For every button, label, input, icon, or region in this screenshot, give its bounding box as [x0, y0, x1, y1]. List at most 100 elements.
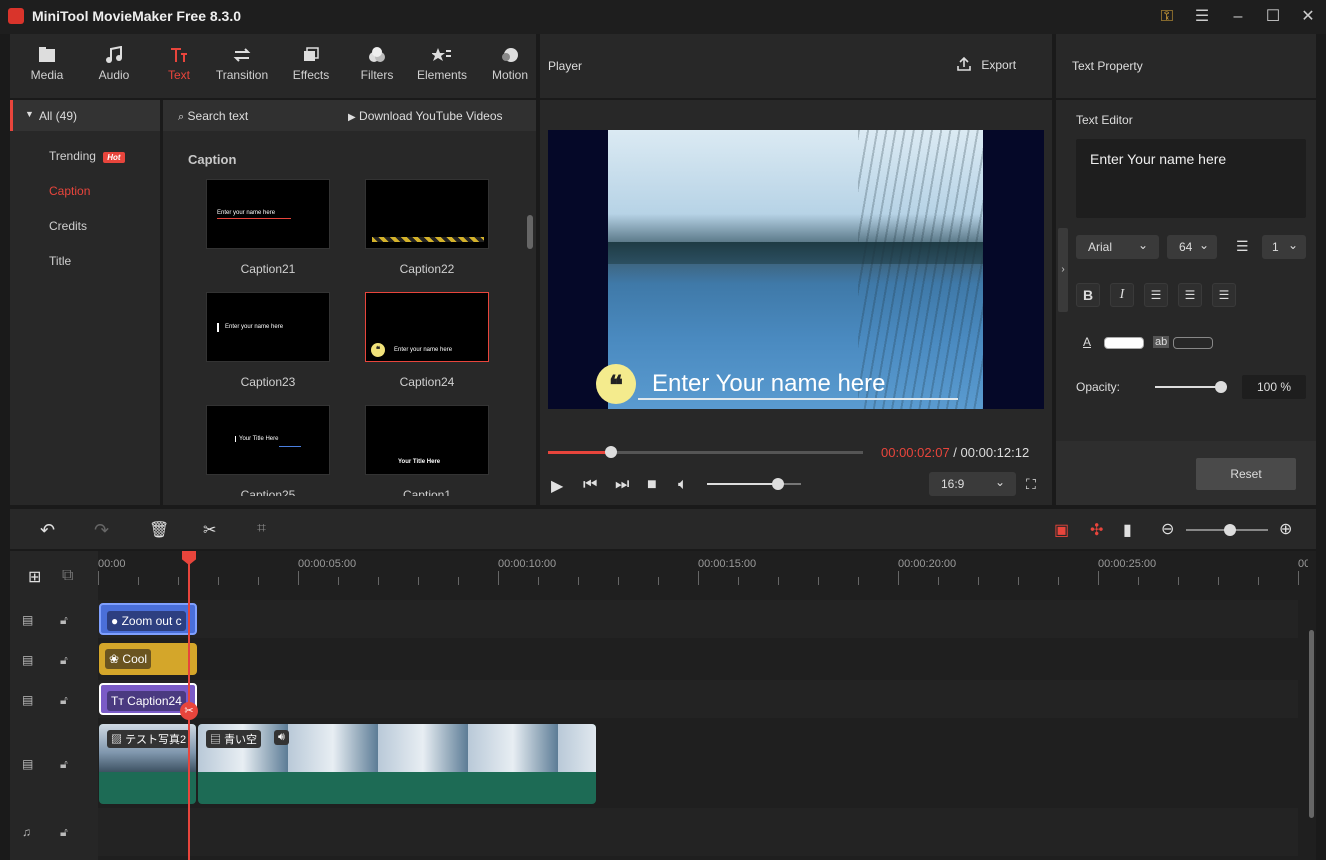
playback-progress[interactable]: [548, 446, 863, 458]
volume-slider[interactable]: [707, 478, 801, 490]
align-center-icon[interactable]: ☰: [1178, 283, 1202, 307]
minimize-icon[interactable]: –: [1228, 7, 1248, 27]
split-marker-icon[interactable]: ✣: [1090, 520, 1103, 540]
align-right-icon[interactable]: ☰: [1212, 283, 1236, 307]
video-preview: ❝ Enter Your name here: [548, 130, 1044, 409]
lock-icon[interactable]: 🔓︎: [60, 693, 76, 707]
stop-icon[interactable]: ■: [647, 476, 657, 494]
download-youtube-button[interactable]: ▶ Download YouTube Videos: [348, 109, 503, 123]
font-size-select[interactable]: 64 ⌄: [1167, 235, 1217, 259]
tab-audio[interactable]: Audio: [82, 38, 146, 96]
category-credits[interactable]: Credits: [49, 219, 87, 233]
caption22-thumbnail[interactable]: [365, 179, 489, 249]
undo-icon[interactable]: ↶: [40, 520, 55, 541]
category-all[interactable]: ▼ All (49): [10, 100, 160, 131]
italic-icon[interactable]: I: [1110, 283, 1134, 307]
font-family-select[interactable]: Arial ⌄: [1076, 235, 1159, 259]
tab-elements[interactable]: Elements: [410, 38, 474, 96]
lock-icon[interactable]: 🔓︎: [60, 613, 76, 627]
snap-icon[interactable]: ▣: [1054, 520, 1069, 540]
split-scissors-icon[interactable]: ✂: [203, 520, 216, 540]
aspect-ratio-select[interactable]: 16:9 ⌄: [929, 472, 1016, 496]
chevron-down-icon: ⌄: [1199, 238, 1210, 252]
clip-video-1[interactable]: ▨ テスト写真2: [99, 724, 196, 804]
lock-icon[interactable]: 🔓︎: [60, 825, 76, 839]
clip-label: ▤ 青い空: [206, 730, 262, 748]
close-icon[interactable]: ✕: [1298, 7, 1318, 27]
category-trending[interactable]: Trending Hot: [49, 149, 125, 163]
opacity-handle[interactable]: [1215, 381, 1227, 393]
caption21-thumbnail[interactable]: Enter your name here: [206, 179, 330, 249]
lock-icon[interactable]: 🔓︎: [60, 757, 76, 771]
fullscreen-icon[interactable]: ⛶: [1026, 476, 1036, 493]
opacity-label: Opacity:: [1076, 380, 1121, 394]
willow-branches: [858, 130, 983, 409]
split-scissors-icon[interactable]: ✂: [180, 702, 198, 720]
image-icon: ▨: [111, 734, 122, 746]
tab-transition[interactable]: Transition: [210, 38, 274, 96]
filters-icon: [369, 47, 385, 62]
collapse-panel-handle[interactable]: ›: [1058, 228, 1068, 312]
bold-icon[interactable]: B: [1076, 283, 1100, 307]
key-icon[interactable]: ⚿: [1157, 7, 1177, 27]
zoom-out-icon[interactable]: ⊖: [1161, 519, 1174, 539]
line-spacing-select[interactable]: 1 ⌄: [1262, 235, 1306, 259]
volume-handle[interactable]: [771, 478, 784, 490]
app-logo-icon: [8, 8, 24, 24]
text-editor-field[interactable]: Enter Your name here: [1076, 139, 1306, 218]
ruler-tick: [818, 577, 819, 585]
caption25-thumbnail[interactable]: Your Title Here: [206, 405, 330, 475]
highlight-color-swatch[interactable]: [1173, 337, 1213, 349]
ruler-tick: [898, 571, 899, 585]
opacity-value[interactable]: 100 %: [1242, 375, 1306, 399]
add-track-icon[interactable]: ⊞: [28, 567, 41, 587]
redo-icon[interactable]: ↷: [94, 520, 109, 541]
next-frame-icon[interactable]: ⏭: [615, 476, 629, 494]
caption24-label: Caption24: [399, 375, 455, 389]
volume-fill: [707, 483, 778, 485]
library-scrollbar[interactable]: [527, 215, 533, 249]
tab-motion[interactable]: Motion: [478, 38, 542, 96]
track-row-filter: [98, 640, 1298, 678]
menu-icon[interactable]: ☰: [1192, 7, 1212, 27]
export-button[interactable]: Export: [956, 56, 1016, 72]
align-left-icon[interactable]: ☰: [1144, 283, 1168, 307]
tab-filters[interactable]: Filters: [345, 38, 409, 96]
tab-effects[interactable]: Effects: [279, 38, 343, 96]
caption1-thumbnail[interactable]: Your Title Here: [365, 405, 489, 475]
ruler-label: 00:00: [98, 558, 126, 570]
ruler-tick: [138, 577, 139, 585]
lock-icon[interactable]: 🔓︎: [60, 653, 76, 667]
zoom-handle[interactable]: [1224, 524, 1236, 536]
audio-mixer-icon[interactable]: ▮: [1123, 520, 1132, 540]
reset-button[interactable]: Reset: [1196, 458, 1296, 490]
time-ruler[interactable]: 00:00 00:00:05:00 00:00:10:00 00:00:15:00 00…: [98, 551, 1308, 591]
delete-icon[interactable]: 🗑︎: [149, 520, 169, 540]
category-title[interactable]: Title: [49, 254, 71, 268]
overlay-caption[interactable]: Enter Your name here: [652, 370, 886, 398]
font-color-swatch[interactable]: [1104, 337, 1144, 349]
tab-text[interactable]: Text: [147, 38, 211, 96]
caption24-thumbnail[interactable]: ❝ Enter your name here: [365, 292, 489, 362]
opacity-slider[interactable]: [1155, 381, 1227, 393]
progress-handle[interactable]: [605, 446, 617, 458]
maximize-icon[interactable]: ☐: [1263, 7, 1283, 27]
zoom-slider[interactable]: [1186, 524, 1268, 536]
caption23-thumbnail[interactable]: Enter your name here: [206, 292, 330, 362]
track-settings-icon[interactable]: ⧉: [62, 567, 73, 585]
clip-cool-filter[interactable]: ❀ Cool: [99, 643, 197, 675]
timeline-scrollbar[interactable]: [1309, 630, 1314, 818]
category-caption[interactable]: Caption: [49, 184, 90, 198]
play-icon[interactable]: ▶: [551, 476, 563, 496]
search-text-button[interactable]: ⌕ Search text: [178, 109, 248, 124]
previous-frame-icon[interactable]: ⏮: [583, 476, 597, 494]
clip-zoom-out[interactable]: ● Zoom out c: [99, 603, 197, 635]
volume-icon[interactable]: 🔈︎: [678, 476, 688, 494]
ruler-tick: [658, 577, 659, 585]
chevron-down-icon: ⌄: [1288, 238, 1299, 252]
zoom-in-icon[interactable]: ⊕: [1279, 519, 1292, 539]
crop-icon[interactable]: ⌗: [257, 520, 266, 538]
tab-media[interactable]: Media: [15, 38, 79, 96]
clip-video-2[interactable]: ▤ 青い空 🔊︎: [198, 724, 596, 804]
ruler-tick: [778, 577, 779, 585]
